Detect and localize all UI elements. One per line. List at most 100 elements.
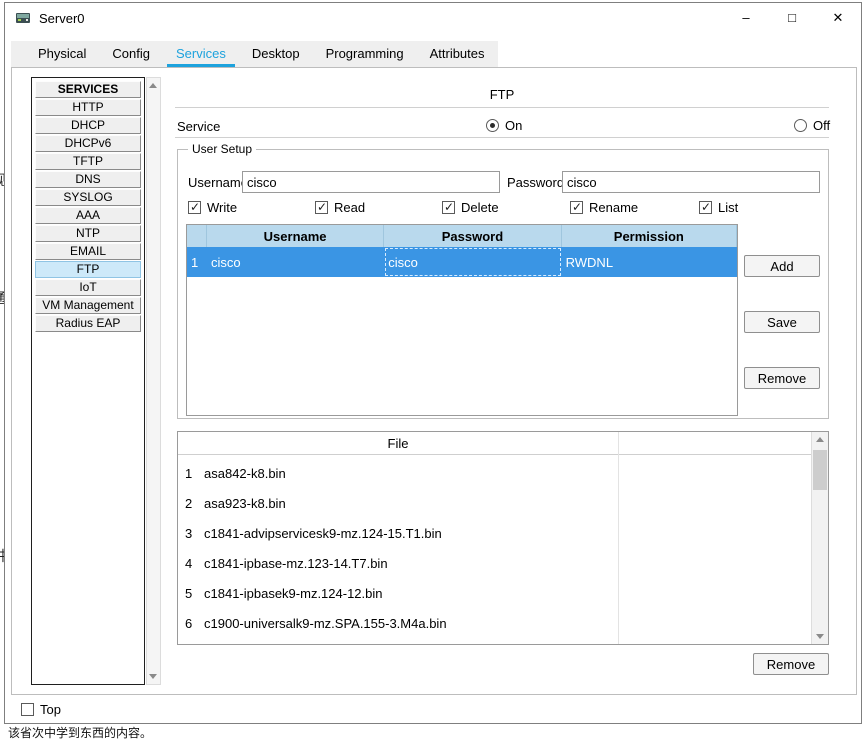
- tab-config[interactable]: Config: [99, 41, 163, 67]
- checkbox-checked-icon[interactable]: [442, 200, 455, 214]
- sidebar-item-iot[interactable]: IoT: [35, 279, 141, 296]
- ftp-panel-title: FTP: [489, 87, 515, 102]
- file-name[interactable]: c1841-ipbasek9-mz.124-12.bin: [200, 586, 383, 601]
- background-text: 该省次中学到东西的内容。: [8, 726, 153, 740]
- divider: [175, 137, 829, 138]
- sidebar-item-dhcpv6[interactable]: DHCPv6: [35, 135, 141, 152]
- checkbox-checked-icon[interactable]: [188, 200, 201, 214]
- checkbox-unchecked-icon[interactable]: [21, 703, 34, 716]
- close-button[interactable]: ✕: [815, 3, 861, 33]
- save-button[interactable]: Save: [744, 311, 820, 333]
- file-row[interactable]: 1 asa842-k8.bin: [178, 458, 778, 488]
- file-column-header: File: [387, 435, 409, 451]
- radio-on-label: On: [505, 118, 523, 133]
- file-name[interactable]: c1841-advipservicesk9-mz.124-15.T1.bin: [200, 526, 442, 541]
- file-number: 5: [185, 585, 193, 601]
- sidebar-header: SERVICES: [35, 81, 141, 98]
- remove-file-button[interactable]: Remove: [753, 653, 829, 675]
- scroll-up-icon[interactable]: [149, 83, 157, 88]
- minimize-button[interactable]: –: [723, 3, 769, 33]
- file-name[interactable]: c1900-universalk9-mz.SPA.155-3.M4a.bin: [200, 616, 447, 631]
- file-name[interactable]: c1841-ipbase-mz.123-14.T7.bin: [200, 556, 388, 571]
- sidebar-item-http[interactable]: HTTP: [35, 99, 141, 116]
- user-table-header: Username Password Permission: [187, 225, 737, 247]
- services-sidebar: SERVICES HTTP DHCP DHCPv6 TFTP DNS SYSLO…: [31, 77, 145, 685]
- tab-desktop[interactable]: Desktop: [239, 41, 313, 67]
- checkbox-checked-icon[interactable]: [315, 200, 328, 214]
- sidebar-item-syslog[interactable]: SYSLOG: [35, 189, 141, 206]
- sidebar-item-dns[interactable]: DNS: [35, 171, 141, 188]
- file-list[interactable]: File 1 asa842-k8.bin 2 asa923-k8.bin 3 c…: [177, 431, 829, 645]
- checkbox-checked-icon[interactable]: [699, 200, 712, 214]
- window-title: Server0: [39, 10, 85, 26]
- list-label: List: [718, 200, 739, 215]
- radio-on-icon[interactable]: [486, 119, 499, 132]
- file-name[interactable]: asa923-k8.bin: [200, 496, 286, 511]
- user-table-row[interactable]: 1 cisco cisco RWDNL: [187, 247, 737, 277]
- write-label: Write: [207, 200, 238, 215]
- service-on-radio[interactable]: On: [486, 118, 522, 133]
- sidebar-item-aaa[interactable]: AAA: [35, 207, 141, 224]
- file-name[interactable]: asa842-k8.bin: [200, 466, 286, 481]
- password-column-header[interactable]: Password: [384, 225, 562, 247]
- file-number: 6: [185, 615, 193, 631]
- radio-off-label: Off: [813, 118, 831, 133]
- list-checkbox[interactable]: List: [699, 200, 738, 215]
- scroll-up-icon[interactable]: [812, 432, 828, 448]
- sidebar-item-vm-management[interactable]: VM Management: [35, 297, 141, 314]
- tab-services[interactable]: Services: [163, 41, 239, 67]
- sidebar-item-tftp[interactable]: TFTP: [35, 153, 141, 170]
- file-list-scrollbar[interactable]: [811, 432, 828, 644]
- rename-label: Rename: [589, 200, 639, 215]
- maximize-button[interactable]: □: [769, 3, 815, 33]
- tab-programming[interactable]: Programming: [313, 41, 417, 67]
- password-input[interactable]: [562, 171, 820, 193]
- tab-bar: Physical Config Services Desktop Program…: [11, 41, 498, 67]
- scroll-down-icon[interactable]: [812, 628, 828, 644]
- sidebar-item-dhcp[interactable]: DHCP: [35, 117, 141, 134]
- rename-checkbox[interactable]: Rename: [570, 200, 638, 215]
- scrollbar-thumb[interactable]: [813, 450, 827, 490]
- sidebar-item-ftp[interactable]: FTP: [35, 261, 141, 278]
- username-input[interactable]: [242, 171, 500, 193]
- sidebar-scrollbar[interactable]: [146, 77, 161, 685]
- file-row[interactable]: 3 c1841-advipservicesk9-mz.124-15.T1.bin: [178, 518, 778, 548]
- radio-off-icon[interactable]: [794, 119, 807, 132]
- file-row[interactable]: 5 c1841-ipbasek9-mz.124-12.bin: [178, 578, 778, 608]
- user-table[interactable]: Username Password Permission 1 cisco cis…: [186, 224, 738, 416]
- row-number: 1: [191, 254, 199, 270]
- file-row[interactable]: 2 asa923-k8.bin: [178, 488, 778, 518]
- service-off-radio[interactable]: Off: [794, 118, 830, 133]
- checkbox-checked-icon[interactable]: [570, 200, 583, 214]
- scroll-down-icon[interactable]: [149, 674, 157, 679]
- row-username[interactable]: cisco: [207, 247, 384, 277]
- sidebar-item-radius-eap[interactable]: Radius EAP: [35, 315, 141, 332]
- row-password[interactable]: cisco: [384, 247, 561, 277]
- write-checkbox[interactable]: Write: [188, 200, 237, 215]
- delete-checkbox[interactable]: Delete: [442, 200, 499, 215]
- file-number: 2: [185, 495, 193, 511]
- top-checkbox[interactable]: Top: [21, 702, 61, 717]
- packet-tracer-server-icon: [16, 13, 30, 23]
- sidebar-item-ntp[interactable]: NTP: [35, 225, 141, 242]
- title-bar[interactable]: Server0 – □ ✕: [5, 3, 861, 33]
- file-row[interactable]: 6 c1900-universalk9-mz.SPA.155-3.M4a.bin: [178, 608, 778, 638]
- delete-label: Delete: [461, 200, 499, 215]
- file-row[interactable]: 4 c1841-ipbase-mz.123-14.T7.bin: [178, 548, 778, 578]
- server0-window: Server0 – □ ✕ Physical Config Services D…: [4, 2, 862, 724]
- username-label: Username: [188, 175, 248, 190]
- read-label: Read: [334, 200, 366, 215]
- permission-column-header[interactable]: Permission: [562, 225, 737, 247]
- tab-physical[interactable]: Physical: [25, 41, 99, 67]
- tab-attributes[interactable]: Attributes: [417, 41, 498, 67]
- sidebar-item-email[interactable]: EMAIL: [35, 243, 141, 260]
- read-checkbox[interactable]: Read: [315, 200, 365, 215]
- file-number: 4: [185, 555, 193, 571]
- divider: [178, 454, 811, 455]
- username-column-header[interactable]: Username: [207, 225, 385, 247]
- row-permission[interactable]: RWDNL: [562, 247, 737, 277]
- top-label: Top: [40, 702, 61, 717]
- user-setup-group: User Setup Username Password Write Read …: [177, 142, 829, 419]
- remove-user-button[interactable]: Remove: [744, 367, 820, 389]
- add-button[interactable]: Add: [744, 255, 820, 277]
